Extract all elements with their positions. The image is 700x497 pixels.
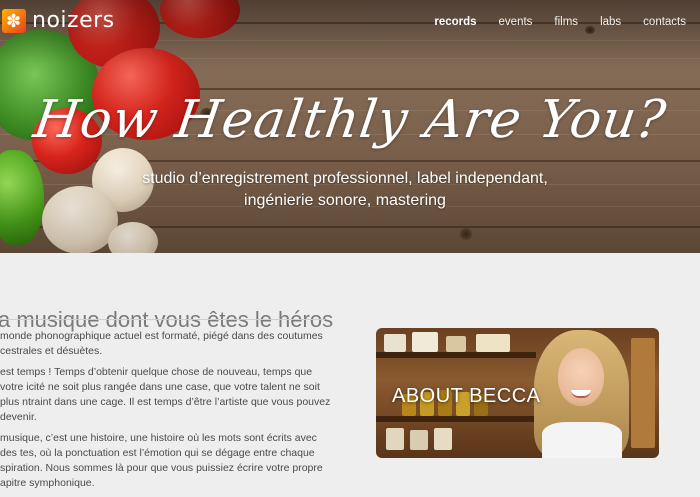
- hero-subtitle-line: studio d’enregistrement professionnel, l…: [142, 170, 548, 187]
- divider: [0, 319, 325, 320]
- about-becca-card[interactable]: ABOUT BECCA: [376, 328, 659, 458]
- card-title: ABOUT BECCA: [392, 385, 541, 407]
- brand-logo[interactable]: noizers: [2, 8, 115, 33]
- paragraph: est temps ! Temps d’obtenir quelque chos…: [0, 366, 331, 423]
- nav-item-events[interactable]: events: [499, 16, 533, 28]
- hero-title: How Healthly Are You?: [29, 90, 670, 150]
- nav-item-labs[interactable]: labs: [600, 16, 621, 28]
- nav-item-contacts[interactable]: contacts: [643, 16, 686, 28]
- hero-subtitle: studio d’enregistrement professionnel, l…: [110, 168, 580, 212]
- intro-text: monde phonographique actuel est formaté,…: [0, 329, 335, 497]
- hero-banner: noizers records events films labs contac…: [0, 0, 700, 253]
- shelf: [376, 352, 536, 358]
- main-nav: records events films labs contacts: [434, 16, 686, 28]
- person-photo: [534, 330, 629, 458]
- logo-icon: [2, 8, 26, 33]
- brand-name: noizers: [32, 8, 115, 33]
- hero-subtitle-line: ingénierie sonore, mastering: [244, 192, 446, 209]
- nav-item-records[interactable]: records: [434, 16, 476, 28]
- paragraph: monde phonographique actuel est formaté,…: [0, 330, 323, 357]
- paragraph: musique, c’est une histoire, une histoir…: [0, 432, 323, 489]
- shelf: [376, 416, 536, 422]
- nav-item-films[interactable]: films: [554, 16, 578, 28]
